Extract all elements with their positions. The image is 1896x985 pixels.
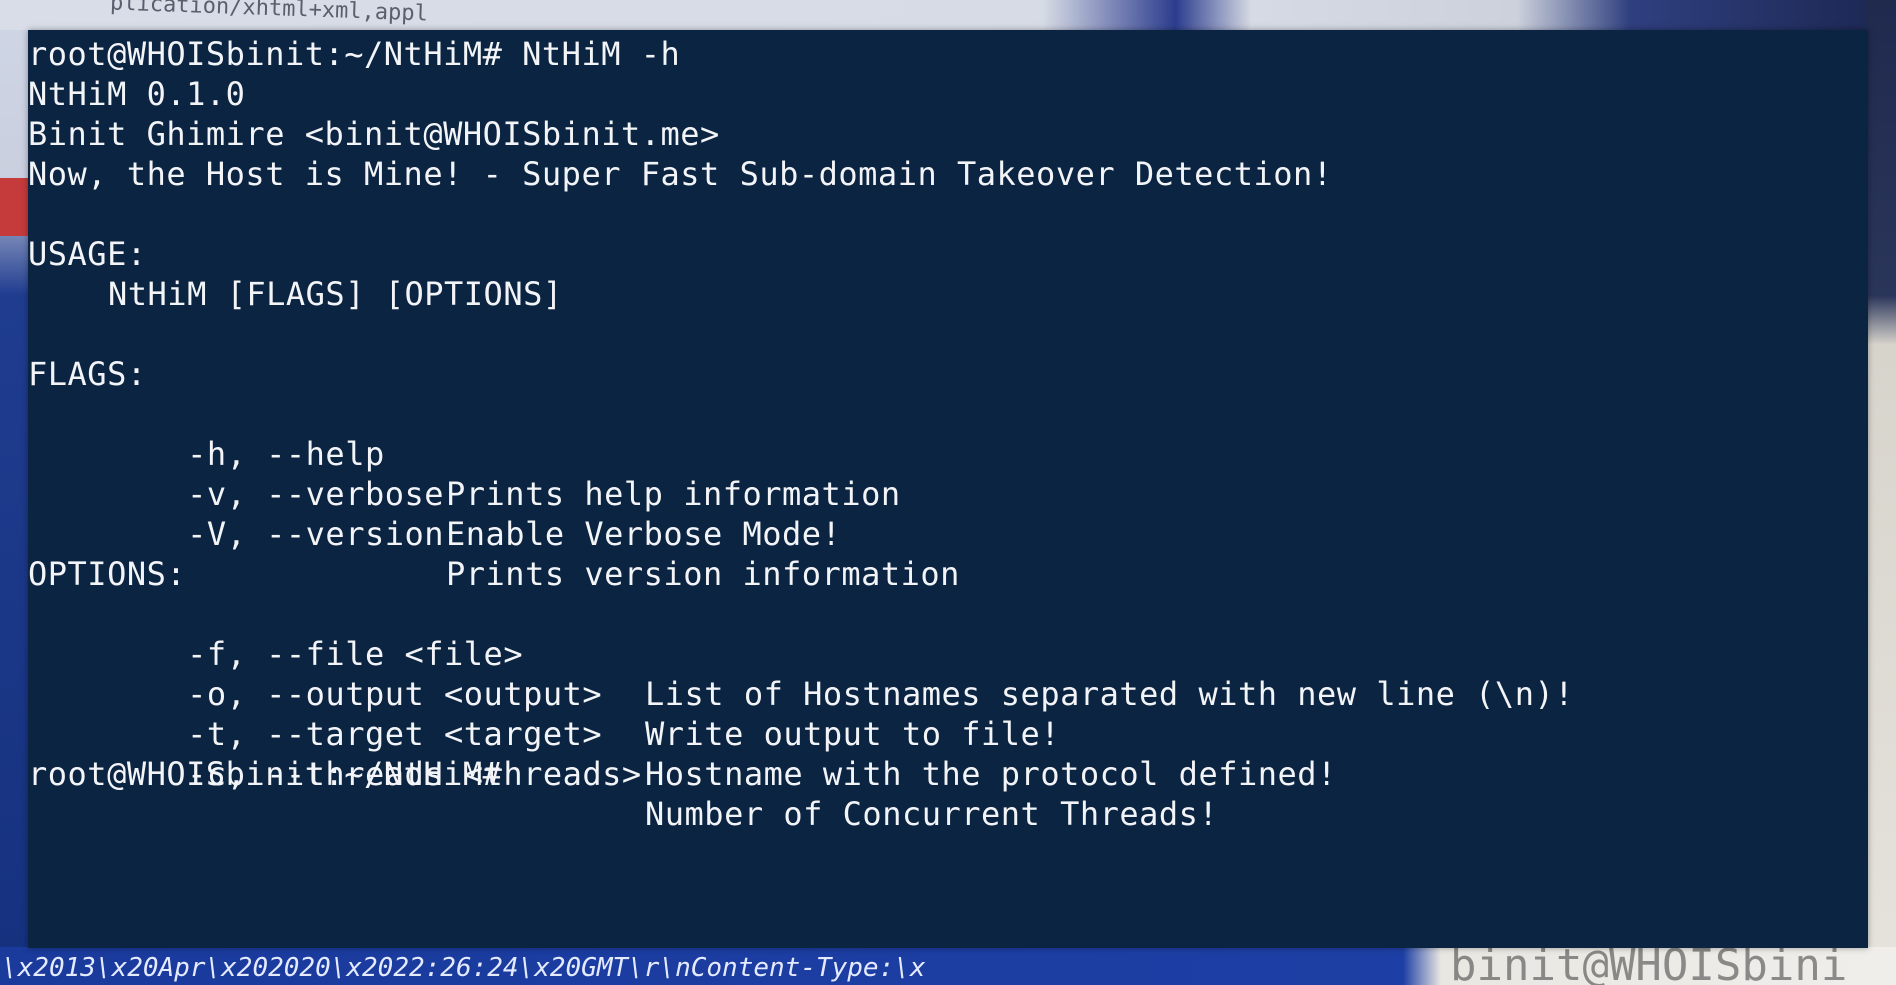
flags-header: FLAGS: bbox=[28, 355, 147, 393]
options-header: OPTIONS: bbox=[28, 555, 187, 593]
background-red-patch bbox=[0, 178, 30, 236]
usage-header: USAGE: bbox=[28, 235, 147, 273]
option-row: -o, --output <output> Write output to fi… bbox=[28, 634, 1808, 753]
option-row: -t, --target <target> Hostname with the … bbox=[28, 674, 1808, 793]
option-row: -c, --threads <threads> Number of Concur… bbox=[28, 714, 1808, 833]
option-description: Number of Concurrent Threads! bbox=[645, 795, 1219, 833]
flag-name: -V, --version bbox=[187, 515, 445, 553]
option-row: -f, --file <file> List of Hostnames sepa… bbox=[28, 594, 1808, 713]
option-description: Hostname with the protocol defined! bbox=[645, 755, 1337, 793]
command-line: root@WHOISbinit:~/NtHiM# NtHiM -h bbox=[28, 34, 680, 74]
author-line: Binit Ghimire <binit@WHOISbinit.me> bbox=[28, 115, 720, 153]
flag-description: Prints version information bbox=[446, 555, 960, 593]
usage-line: NtHiM [FLAGS] [OPTIONS] bbox=[108, 275, 563, 313]
flag-row: -V, --version Prints version information bbox=[28, 474, 1508, 593]
flag-row: -v, --verbose Enable Verbose Mode! bbox=[28, 434, 1508, 553]
final-prompt-line[interactable]: root@WHOISbinit:~/NtHiM# bbox=[28, 754, 502, 794]
command-text: NtHiM -h bbox=[522, 35, 681, 73]
app-version: NtHiM 0.1.0 bbox=[28, 75, 246, 113]
background-bottom-text: \x2013\x20Apr\x202020\x2022:26:24\x20GMT… bbox=[2, 953, 926, 983]
terminal-window[interactable]: root@WHOISbinit:~/NtHiM# NtHiM -h NtHiM … bbox=[28, 30, 1868, 948]
flag-description: Enable Verbose Mode! bbox=[446, 515, 842, 553]
prompt: root@WHOISbinit:~/NtHiM# bbox=[28, 755, 503, 793]
flag-row: -h, --help Prints help information bbox=[28, 394, 1508, 513]
background-right-strip bbox=[1866, 0, 1896, 985]
tagline: Now, the Host is Mine! - Super Fast Sub-… bbox=[28, 155, 1333, 193]
prompt: root@WHOISbinit:~/NtHiM# bbox=[28, 35, 503, 73]
